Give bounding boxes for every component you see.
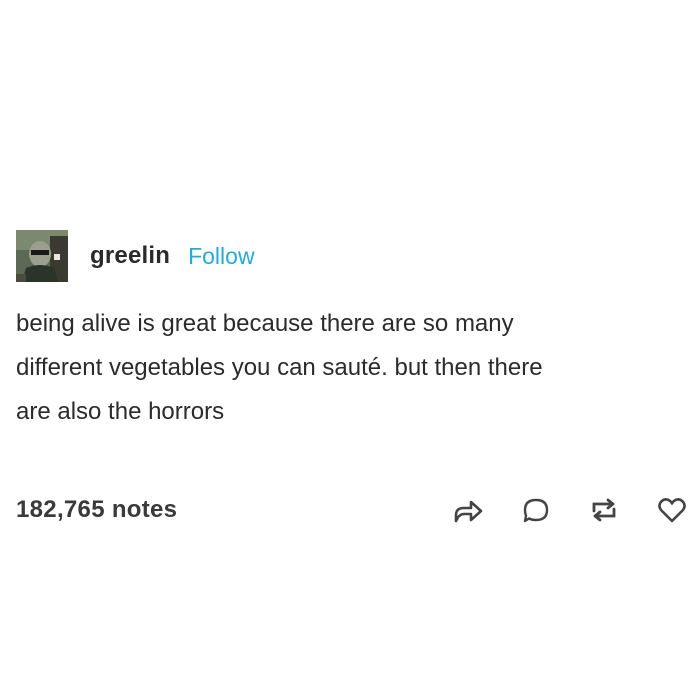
reblog-button[interactable] <box>588 494 620 526</box>
follow-button[interactable]: Follow <box>188 243 254 270</box>
share-arrow-icon <box>454 500 483 523</box>
post-text-line: being alive is great because there are s… <box>16 310 514 337</box>
post-text-line: different vegetables you can sauté. but … <box>16 354 543 381</box>
post-header: greelin Follow <box>16 230 692 282</box>
post-actions <box>416 494 688 526</box>
reblog-icon <box>592 498 616 522</box>
like-button[interactable] <box>656 494 688 526</box>
heart-icon <box>658 498 686 523</box>
username[interactable]: greelin <box>90 242 170 270</box>
share-button[interactable] <box>452 494 484 526</box>
reply-button[interactable] <box>520 494 552 526</box>
notes-count[interactable]: 182,765 notes <box>16 496 177 524</box>
user-avatar[interactable] <box>16 230 68 282</box>
post-text: being alive is great because there are s… <box>16 302 676 434</box>
tumblr-post: greelin Follow being alive is great beca… <box>16 230 692 434</box>
post-text-line: are also the horrors <box>16 398 225 425</box>
post-footer: 182,765 notes <box>16 490 692 530</box>
reply-bubble-icon <box>523 498 549 523</box>
